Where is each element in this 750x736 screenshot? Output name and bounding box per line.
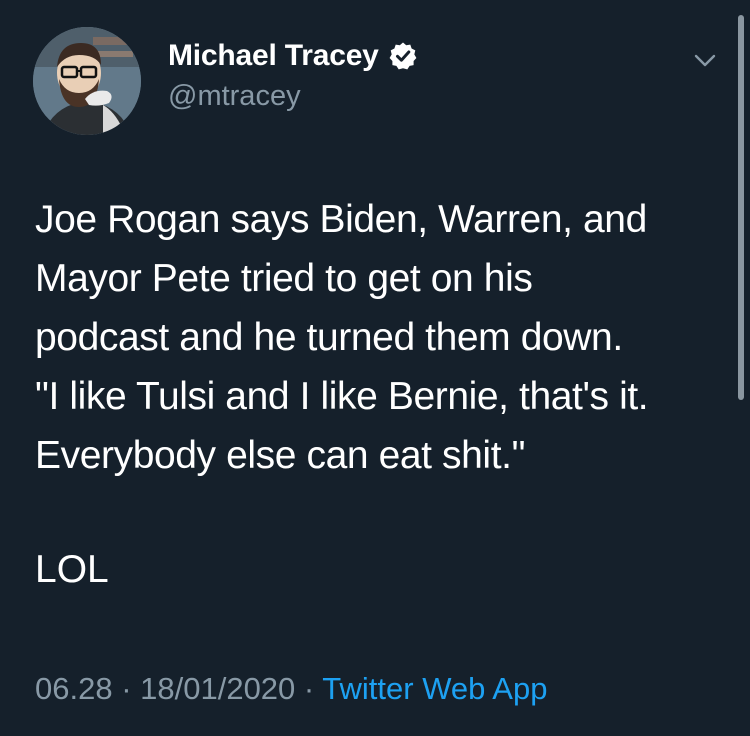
tweet-metadata: 06.28 · 18/01/2020 · Twitter Web App bbox=[35, 671, 547, 707]
verified-badge-icon bbox=[388, 41, 418, 71]
tweet-time[interactable]: 06.28 bbox=[35, 671, 113, 706]
author-display-name[interactable]: Michael Tracey bbox=[168, 39, 379, 73]
scrollbar[interactable] bbox=[738, 15, 744, 400]
tweet-text-line: Mayor Pete tried to get on his bbox=[35, 257, 533, 300]
tweet-text-line: Joe Rogan says Biden, Warren, and bbox=[35, 198, 647, 241]
tweet-text: Joe Rogan says Biden, Warren, and Mayor … bbox=[35, 190, 725, 485]
avatar-illustration-icon bbox=[33, 27, 141, 135]
tweet-text-line: "I like Tulsi and I like Bernie, that's … bbox=[35, 375, 649, 418]
author-name-row[interactable]: Michael Tracey bbox=[168, 38, 418, 74]
tweet-card: Michael Tracey @mtracey Joe Rogan says B… bbox=[0, 0, 750, 736]
tweet-text-line: Everybody else can eat shit." bbox=[35, 434, 526, 477]
author-handle[interactable]: @mtracey bbox=[168, 80, 301, 113]
tweet-source-link[interactable]: Twitter Web App bbox=[322, 671, 547, 706]
chevron-down-icon[interactable] bbox=[690, 50, 720, 72]
tweet-text-line: podcast and he turned them down. bbox=[35, 316, 623, 359]
avatar[interactable] bbox=[33, 27, 141, 135]
tweet-followup-text: LOL bbox=[35, 548, 109, 591]
meta-separator: · bbox=[295, 671, 323, 706]
tweet-date[interactable]: 18/01/2020 bbox=[140, 671, 295, 706]
meta-separator: · bbox=[112, 671, 141, 706]
